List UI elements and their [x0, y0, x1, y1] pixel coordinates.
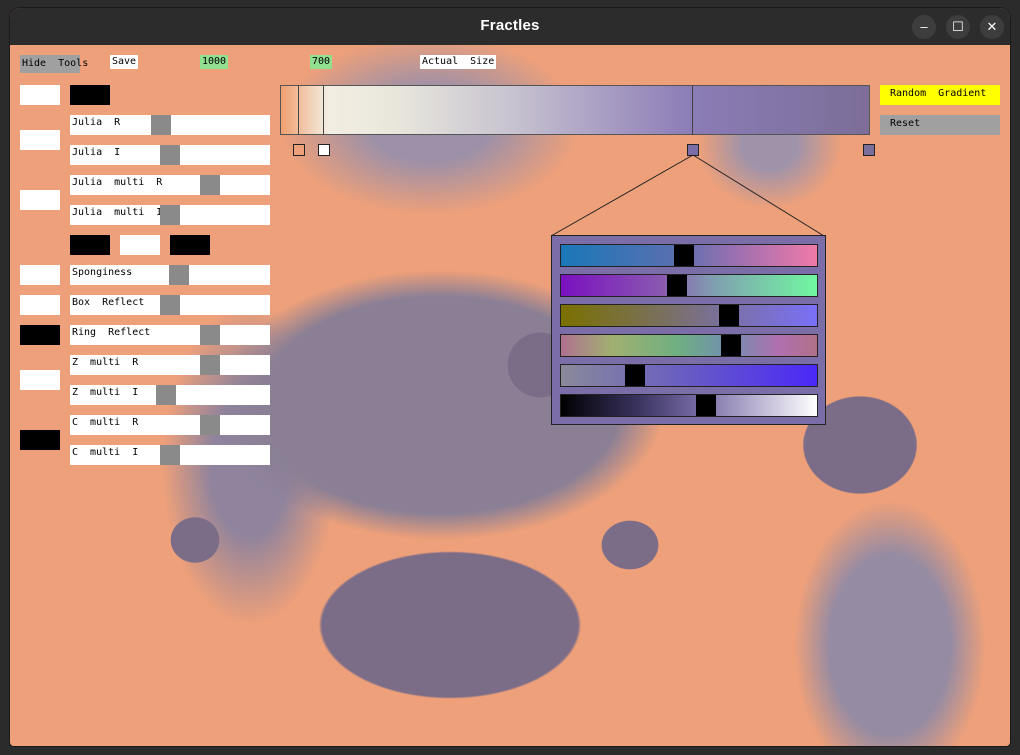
slider-c-multi-r[interactable]: C multi R	[70, 415, 270, 435]
gradient-stop-line	[298, 85, 299, 135]
reset-button[interactable]: Reset	[880, 115, 1000, 135]
slider-z-multi-i[interactable]: Z multi I	[70, 385, 270, 405]
slider-sponginess[interactable]: Sponginess	[70, 265, 270, 285]
save-button[interactable]: Save	[110, 55, 139, 69]
toggle-mode-3[interactable]	[170, 235, 210, 255]
brightness-slider[interactable]	[560, 394, 818, 417]
slider-label: Julia multi I	[72, 207, 163, 218]
value-slider[interactable]	[560, 304, 818, 327]
gradient-stop-editor	[551, 235, 826, 425]
slider-julia-i[interactable]: Julia I	[70, 145, 270, 165]
slider-knob[interactable]	[200, 175, 220, 195]
height-field[interactable]: 700	[310, 55, 333, 69]
gradient-stop-line	[692, 85, 693, 135]
toggle-julia[interactable]	[20, 130, 60, 150]
hide-tools-button[interactable]: Hide Tools	[20, 55, 88, 73]
slider-knob[interactable]	[625, 365, 645, 386]
slider-knob[interactable]	[200, 355, 220, 375]
slider-knob[interactable]	[667, 275, 687, 296]
app-window: Fractles – ☐ ✕ Hide Tools Save 1000 700 …	[10, 8, 1010, 746]
toggle-box-reflect[interactable]	[20, 295, 60, 315]
slider-c-multi-i[interactable]: C multi I	[70, 445, 270, 465]
slider-knob[interactable]	[719, 305, 739, 326]
toggle-1[interactable]	[20, 85, 60, 105]
slider-label: Julia R	[72, 117, 121, 128]
slider-knob[interactable]	[200, 415, 220, 435]
gradient-stop-line	[323, 85, 324, 135]
slider-knob[interactable]	[160, 445, 180, 465]
toggle-sponginess[interactable]	[20, 265, 60, 285]
close-button[interactable]: ✕	[980, 15, 1004, 39]
slider-z-multi-r[interactable]: Z multi R	[70, 355, 270, 375]
slider-knob[interactable]	[696, 395, 716, 416]
slider-label: C multi I	[72, 447, 139, 458]
slider-knob[interactable]	[160, 205, 180, 225]
toggle-mode-1[interactable]	[70, 235, 110, 255]
minimize-button[interactable]: –	[912, 15, 936, 39]
slider-label: Julia I	[72, 147, 121, 158]
hue-slider[interactable]	[560, 244, 818, 267]
slider-julia-r[interactable]: Julia R	[70, 115, 270, 135]
toggle-z-multi[interactable]	[20, 370, 60, 390]
random-gradient-button[interactable]: Random Gradient	[880, 85, 1000, 105]
window-title: Fractles	[480, 17, 540, 34]
saturation-slider[interactable]	[560, 274, 818, 297]
maximize-button[interactable]: ☐	[946, 15, 970, 39]
hue-2-slider[interactable]	[560, 334, 818, 357]
slider-julia-multi-r[interactable]: Julia multi R	[70, 175, 270, 195]
slider-knob[interactable]	[200, 325, 220, 345]
gradient-stop-handle[interactable]	[863, 144, 875, 156]
slider-label: Box Reflect	[72, 297, 145, 308]
toggle-ring-reflect[interactable]	[20, 325, 60, 345]
slider-box-reflect[interactable]: Box Reflect	[70, 295, 270, 315]
toggle-julia-multi[interactable]	[20, 190, 60, 210]
slider-knob[interactable]	[151, 115, 171, 135]
toggle-c-multi[interactable]	[20, 430, 60, 450]
slider-knob[interactable]	[156, 385, 176, 405]
slider-knob[interactable]	[160, 145, 180, 165]
slider-knob[interactable]	[721, 335, 741, 356]
actual-size-button[interactable]: Actual Size	[420, 55, 497, 69]
slider-julia-multi-i[interactable]: Julia multi I	[70, 205, 270, 225]
editor-connector	[550, 154, 825, 237]
gradient-stop-handle[interactable]	[293, 144, 305, 156]
toggle-2[interactable]	[70, 85, 110, 105]
gradient-stop-handle[interactable]	[318, 144, 330, 156]
slider-label: Sponginess	[72, 267, 133, 278]
fractal-canvas[interactable]: Hide Tools Save 1000 700 Actual Size Jul…	[10, 45, 1010, 746]
saturation-2-slider[interactable]	[560, 364, 818, 387]
color-gradient-bar[interactable]	[280, 85, 870, 135]
slider-label: Ring Reflect	[72, 327, 151, 338]
slider-label: Julia multi R	[72, 177, 163, 188]
width-field[interactable]: 1000	[200, 55, 229, 69]
slider-label: C multi R	[72, 417, 139, 428]
slider-ring-reflect[interactable]: Ring Reflect	[70, 325, 270, 345]
title-bar: Fractles – ☐ ✕	[10, 8, 1010, 45]
slider-knob[interactable]	[160, 295, 180, 315]
slider-knob[interactable]	[674, 245, 694, 266]
slider-label: Z multi I	[72, 387, 139, 398]
toggle-mode-2[interactable]	[120, 235, 160, 255]
slider-label: Z multi R	[72, 357, 139, 368]
slider-knob[interactable]	[169, 265, 189, 285]
